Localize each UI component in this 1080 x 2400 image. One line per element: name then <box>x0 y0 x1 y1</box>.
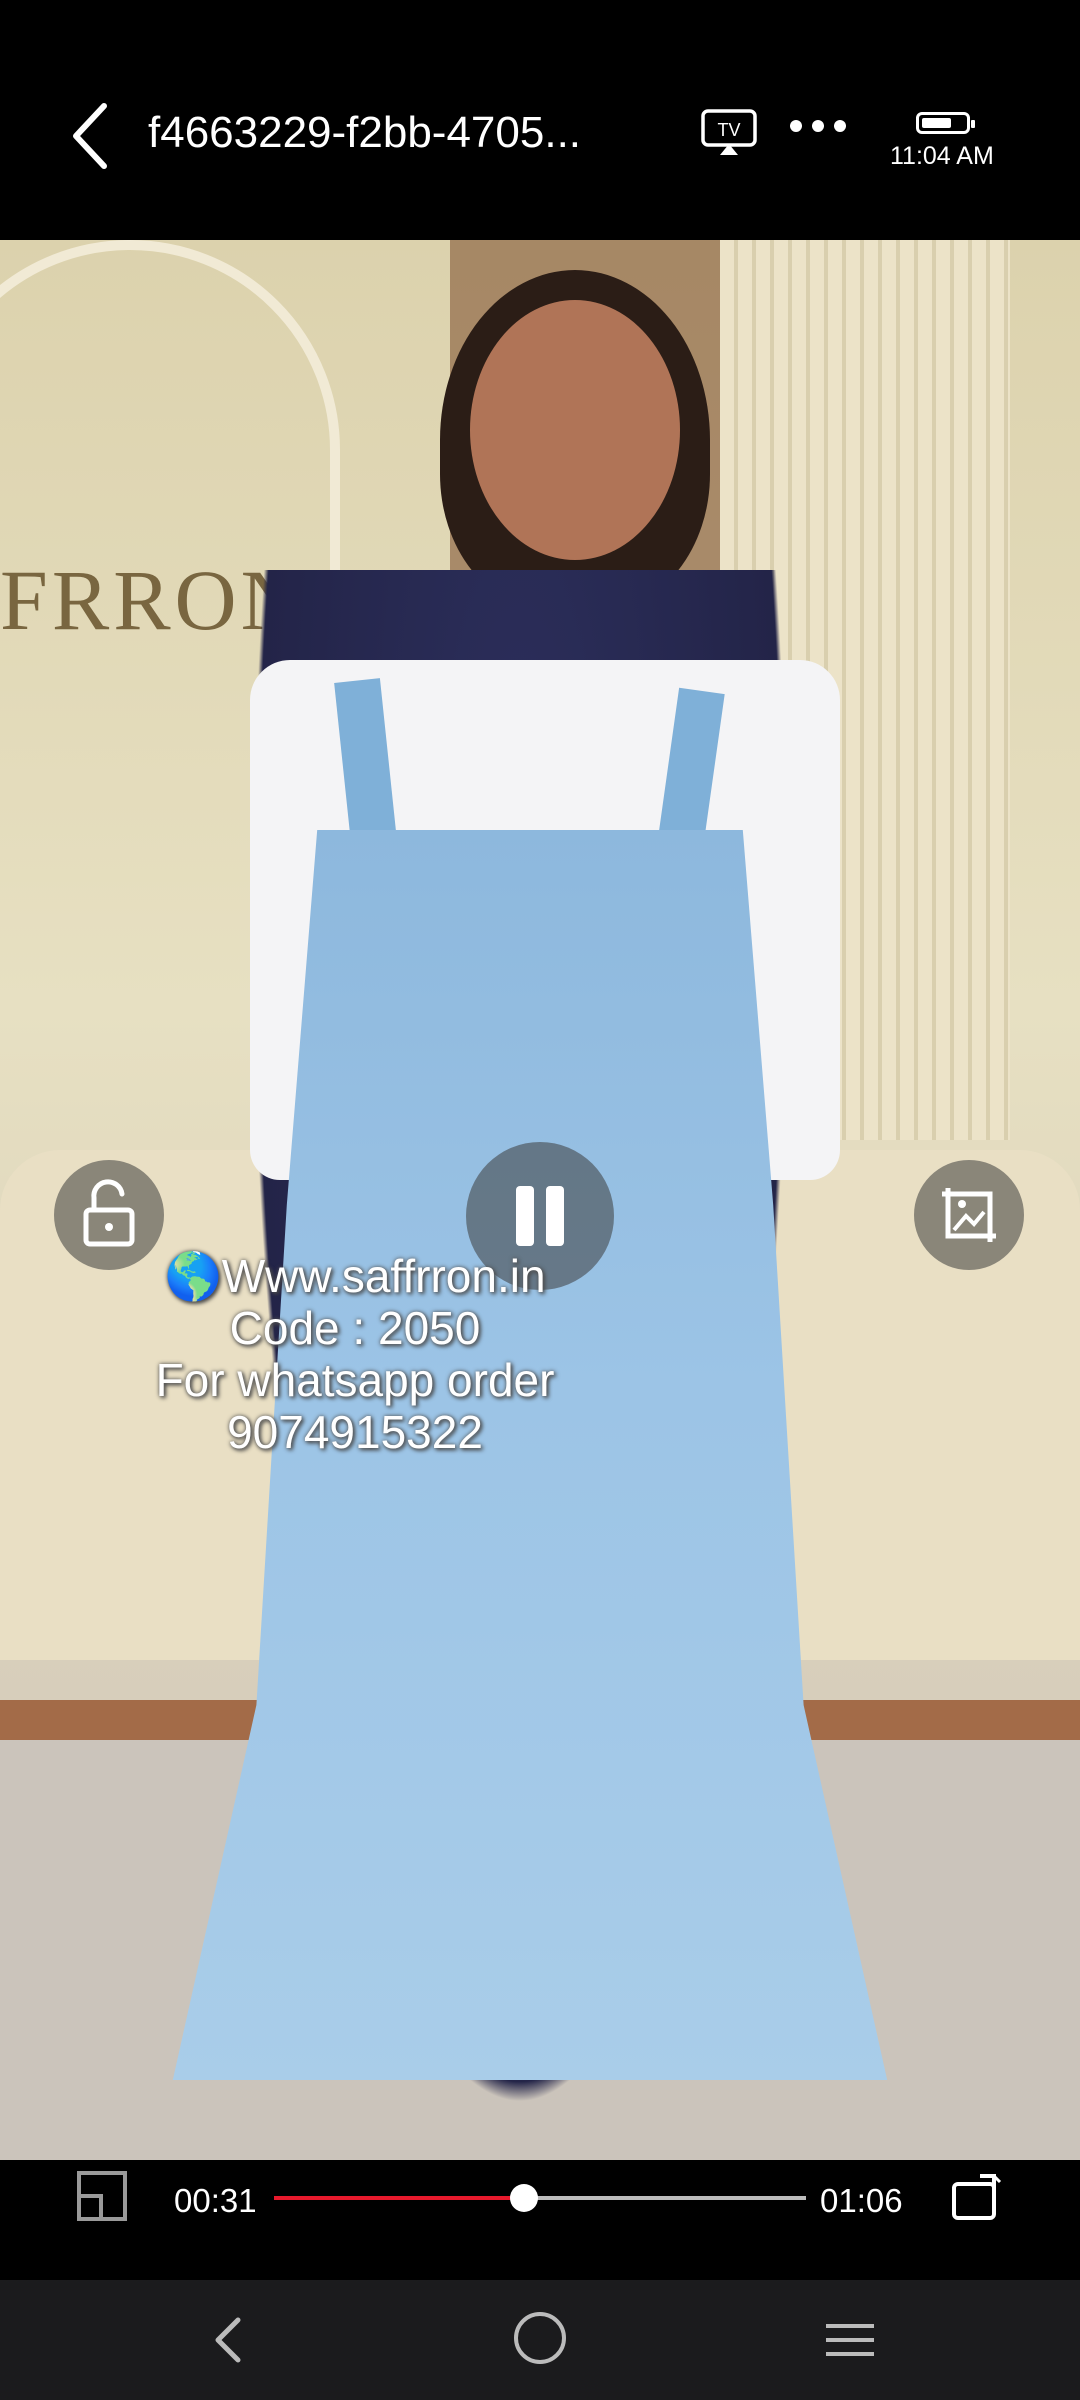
seek-progress <box>274 2196 525 2200</box>
rotate-icon[interactable] <box>950 2168 1006 2224</box>
current-time: 00:31 <box>174 2182 257 2219</box>
pause-icon <box>516 1186 534 1246</box>
video-title: f4663229-f2bb-4705... <box>148 108 582 157</box>
more-icon[interactable] <box>786 106 850 146</box>
nav-menu-icon[interactable] <box>824 2320 876 2360</box>
battery-icon <box>916 112 975 134</box>
crop-button[interactable] <box>914 1160 1024 1270</box>
crop-icon <box>942 1188 996 1242</box>
status-area: 11:04 AM <box>880 106 1010 176</box>
battery-fill <box>922 118 951 128</box>
unlock-button[interactable] <box>54 1160 164 1270</box>
overlay-website: 🌎Www.saffrron.in <box>164 1250 546 1302</box>
unlock-icon <box>83 1179 135 1247</box>
cast-tv-icon[interactable]: TV <box>700 108 758 156</box>
nav-back-icon[interactable] <box>200 2310 260 2370</box>
total-time: 01:06 <box>820 2182 903 2219</box>
video-text-overlay: 🌎Www.saffrron.in Code : 2050 For whatsap… <box>150 1250 560 1458</box>
back-icon[interactable] <box>60 96 120 176</box>
overlay-whatsapp: For whatsapp order <box>155 1354 555 1406</box>
seek-thumb[interactable] <box>510 2184 539 2212</box>
tv-label: TV <box>717 120 740 140</box>
video-frame[interactable]: FRRON 🌎Www.saffrron.in Code : 2050 For w… <box>0 240 1080 2160</box>
nav-home-icon[interactable] <box>514 2312 566 2364</box>
seek-bar[interactable] <box>274 2184 806 2212</box>
player-controls <box>0 2160 1080 2280</box>
pip-icon[interactable] <box>76 2170 128 2222</box>
overlay-phone: 9074915322 <box>227 1406 483 1458</box>
overlay-code: Code : 2050 <box>229 1302 481 1354</box>
clock: 11:04 AM <box>890 142 994 170</box>
person-face <box>470 300 680 560</box>
